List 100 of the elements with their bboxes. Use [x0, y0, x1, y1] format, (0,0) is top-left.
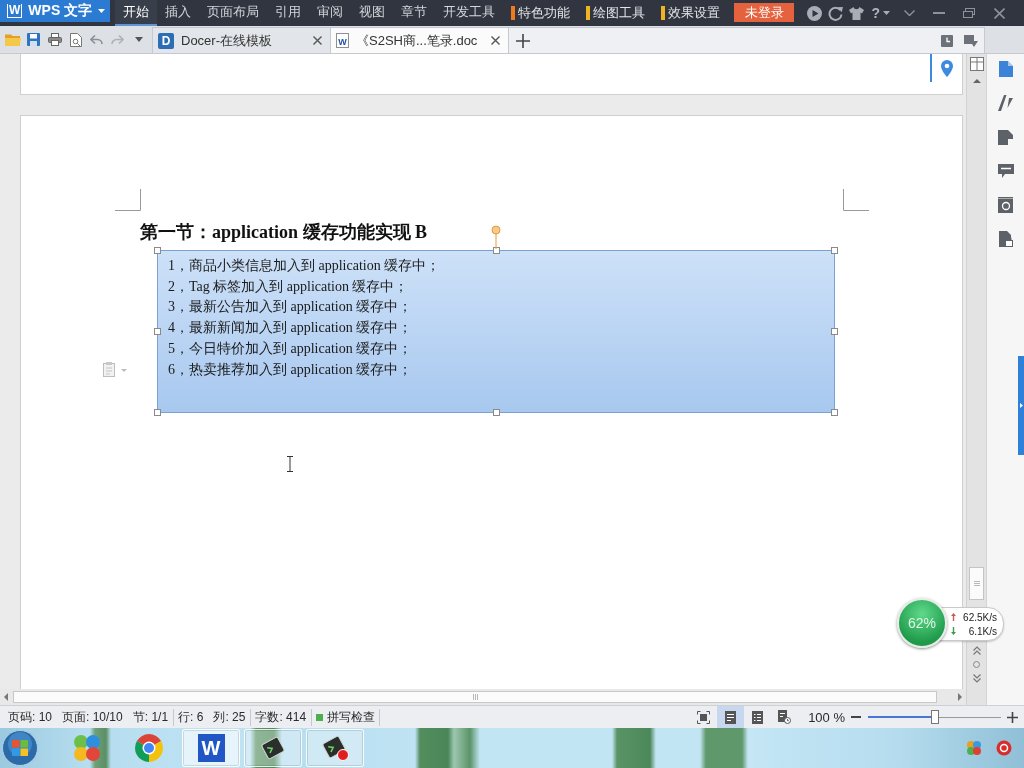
page-view-icon — [725, 710, 737, 724]
list-line: 6，热卖推荐加入到 application 缓存中； — [168, 360, 413, 379]
caret-down-icon — [883, 11, 890, 15]
list-line: 3，最新公告加入到 application 缓存中； — [168, 298, 413, 317]
menu-tab[interactable]: 审阅 — [309, 0, 351, 26]
slider-thumb[interactable] — [930, 710, 939, 724]
caret-down-icon — [98, 9, 106, 13]
caret-down-icon — [134, 37, 143, 42]
section-heading: 第一节：application 缓存功能实现 B — [140, 221, 428, 243]
list-line: 2，Tag 标签加入到 application 缓存中； — [168, 277, 409, 296]
tiles-icon — [72, 734, 102, 762]
scroll-right-icon[interactable] — [958, 693, 962, 701]
taskbar-app-button[interactable] — [306, 729, 364, 767]
scroll-left-icon[interactable] — [4, 693, 8, 701]
w-logo-icon: W — [7, 4, 23, 18]
round-badge-icon[interactable] — [996, 740, 1012, 756]
minimize-icon — [933, 12, 945, 14]
redo-icon — [111, 34, 124, 45]
browser-icon — [135, 734, 163, 762]
resize-handle[interactable] — [492, 409, 500, 416]
menu-tab[interactable]: 绘图工具 — [578, 0, 653, 26]
circle-icon — [973, 660, 980, 668]
close-icon[interactable] — [313, 36, 322, 45]
map-pin-icon — [941, 59, 953, 77]
outline-view-icon — [752, 710, 764, 724]
close-icon — [993, 7, 1005, 19]
resize-handle[interactable] — [831, 247, 838, 254]
taskbar-app-button[interactable]: W — [182, 729, 240, 767]
double-up-icon — [972, 645, 981, 655]
resize-handle[interactable] — [154, 247, 161, 254]
panel-toggle-tab[interactable] — [1018, 356, 1024, 455]
scroll-thumb[interactable] — [969, 567, 984, 600]
locked-page-icon — [998, 231, 1013, 247]
folder-icon — [4, 33, 21, 46]
menu-tab[interactable]: 引用 — [267, 0, 309, 26]
scroll-up-icon[interactable] — [972, 79, 981, 83]
undo-icon — [90, 34, 103, 45]
web-view-icon — [778, 710, 792, 724]
status-item: 字数: 414 — [255, 708, 307, 726]
page-magnifier-icon — [69, 32, 82, 47]
taskbar-app-button[interactable] — [244, 729, 302, 767]
menu-tab[interactable]: 特色功能 — [503, 0, 578, 26]
list-line: 5，今日特价加入到 application 缓存中； — [168, 339, 413, 358]
menu-tab[interactable]: 插入 — [157, 0, 199, 26]
zoom-in-button[interactable] — [1007, 709, 1018, 725]
down-arrow-icon — [951, 627, 956, 635]
fullscreen-icon — [697, 710, 711, 724]
upload-speed: 62.5K/s — [963, 611, 997, 623]
spell-check-toggle[interactable]: 拼写检查 — [312, 708, 381, 726]
resize-handle[interactable] — [492, 247, 500, 254]
split-view-icon[interactable] — [969, 57, 984, 71]
rotate-handle[interactable] — [491, 225, 501, 249]
resize-handle[interactable] — [831, 328, 838, 335]
document-tab[interactable]: W 《S2SH商...笔录.doc — [331, 28, 509, 53]
view-mode-button[interactable] — [717, 706, 745, 728]
status-item: 节: 1/1 — [132, 708, 169, 726]
page-fold-icon — [998, 129, 1013, 145]
w-doc-icon: W — [336, 33, 349, 48]
expand-arrow-icon — [1019, 403, 1023, 408]
menu-tab[interactable]: 视图 — [351, 0, 393, 26]
app-menu-button[interactable]: W WPS 文字 — [0, 0, 110, 22]
comment-icon — [997, 164, 1014, 178]
menu-tab[interactable]: 开发工具 — [435, 0, 503, 26]
menu-tab[interactable]: 开始 — [115, 0, 157, 26]
chevron-down-icon — [903, 10, 915, 16]
plus-icon — [1007, 711, 1018, 723]
status-item: 页码: 10 — [8, 708, 52, 726]
close-icon[interactable] — [491, 36, 500, 45]
printer-icon — [47, 33, 62, 46]
four-dot-icon[interactable] — [966, 740, 982, 756]
scroll-thumb[interactable] — [13, 691, 937, 703]
restore-icon — [963, 8, 975, 18]
corner-mark-icon — [115, 189, 141, 211]
slanted-strokes-icon — [998, 95, 1013, 111]
clock-icon[interactable] — [941, 34, 953, 47]
grip-icon — [472, 694, 478, 700]
w-logo-icon: W — [197, 734, 225, 762]
status-item: 列: 25 — [213, 708, 246, 726]
shirt-icon — [849, 6, 865, 20]
menu-tab[interactable]: 章节 — [393, 0, 435, 26]
menu-tab[interactable]: 效果设置 — [653, 0, 728, 26]
save-icon — [27, 33, 40, 46]
double-down-icon — [972, 673, 981, 683]
window-list-icon[interactable] — [964, 34, 978, 47]
zoom-percent: 100 % — [808, 709, 845, 725]
resize-handle[interactable] — [154, 328, 161, 335]
status-square-icon — [316, 713, 324, 721]
resize-handle[interactable] — [154, 409, 161, 416]
menu-tab[interactable]: 页面布局 — [199, 0, 267, 26]
help-button[interactable]: ? — [867, 0, 894, 26]
document-tab[interactable]: D Docer-在线模板 — [153, 28, 331, 53]
text-cursor-icon — [286, 456, 294, 472]
plus-icon — [516, 33, 530, 48]
resize-handle[interactable] — [831, 409, 838, 416]
document-icon — [998, 61, 1013, 77]
download-speed: 6.1K/s — [968, 625, 997, 637]
up-arrow-icon — [951, 613, 956, 621]
status-item: 行: 6 — [178, 708, 204, 726]
flag-orb-icon — [2, 730, 38, 766]
d-logo-icon: D — [158, 32, 174, 49]
